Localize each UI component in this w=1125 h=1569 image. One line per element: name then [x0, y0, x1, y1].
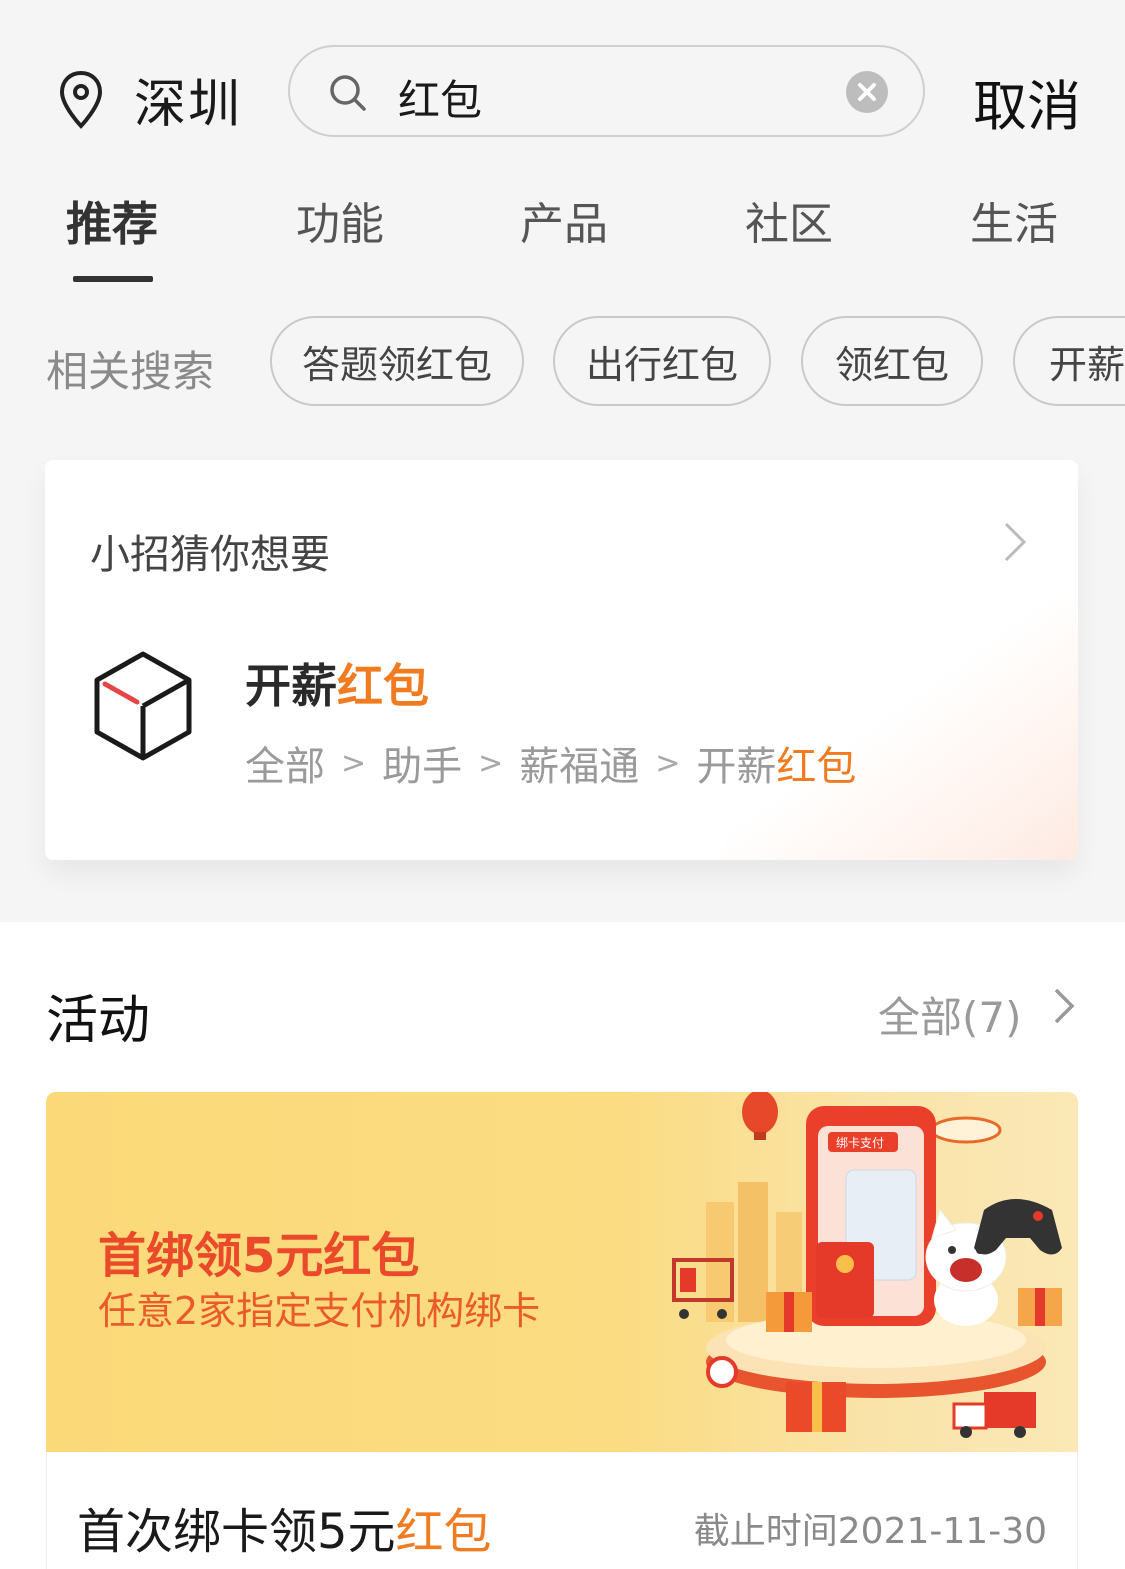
- breadcrumb-item: 开薪红包: [696, 734, 856, 792]
- card-title-highlight: 红包: [395, 1504, 492, 1560]
- location-pin-icon: [59, 70, 103, 129]
- breadcrumb-item-highlight: 红包: [776, 744, 857, 790]
- search-header-area: 深圳 红包 取消 推荐 功能 产品 社区 生活 相关搜索 答题领红包 出行红包 …: [0, 0, 1125, 922]
- breadcrumb-item-text: 开薪: [696, 744, 777, 790]
- active-tab-indicator: [73, 276, 153, 282]
- related-chip[interactable]: 开薪: [1013, 316, 1125, 406]
- breadcrumb-separator-icon: >: [655, 745, 681, 781]
- related-searches-label: 相关搜索: [46, 347, 215, 396]
- activity-card-title: 首次绑卡领5元红包: [77, 1492, 492, 1562]
- card-decoration: [703, 600, 1078, 860]
- city-selector[interactable]: 深圳: [58, 62, 242, 137]
- toy-truck-icon: [952, 1392, 1036, 1438]
- tab-products[interactable]: 产品: [520, 188, 608, 252]
- breadcrumb-item: 薪福通: [519, 744, 640, 790]
- search-input[interactable]: 红包: [398, 67, 482, 128]
- breadcrumb-separator-icon: >: [341, 745, 367, 781]
- tab-features[interactable]: 功能: [296, 188, 384, 252]
- clear-search-button[interactable]: [846, 71, 888, 113]
- cancel-button[interactable]: 取消: [973, 62, 1081, 141]
- suggested-item-title: 开薪红包: [245, 650, 429, 716]
- city-name: 深圳: [134, 75, 243, 135]
- balloon-icon: [742, 1092, 778, 1140]
- search-bar[interactable]: 红包: [288, 45, 925, 137]
- banner-subline: 任意2家指定支付机构绑卡: [98, 1289, 541, 1333]
- related-chip[interactable]: 领红包: [801, 316, 983, 406]
- banner-illustration: 绑卡支付: [672, 1092, 1062, 1438]
- guess-card-title: 小招猜你想要: [90, 532, 330, 578]
- activity-card-footer[interactable]: 首次绑卡领5元红包 截止时间2021-11-30: [46, 1452, 1078, 1569]
- tab-recommended[interactable]: 推荐: [66, 188, 158, 254]
- related-chip[interactable]: 答题领红包: [270, 316, 524, 406]
- guess-you-want-card[interactable]: 小招猜你想要 开薪红包 全部 > 助手 > 薪福通 > 开薪红包: [45, 460, 1078, 860]
- banner-headline: 首绑领5元红包: [98, 1228, 420, 1284]
- breadcrumb: 全部 > 助手 > 薪福通 > 开薪红包: [245, 734, 856, 792]
- item-name-text: 开薪: [245, 659, 337, 713]
- deadline-text: 截止时间2021-11-30: [693, 1511, 1047, 1552]
- item-name-highlight: 红包: [337, 659, 429, 713]
- breadcrumb-item: 助手: [382, 744, 463, 790]
- breadcrumb-separator-icon: >: [478, 745, 504, 781]
- phone-screen-label: 绑卡支付: [836, 1136, 884, 1150]
- section-title: 活动: [46, 991, 151, 1051]
- card-title-text: 首次绑卡领5元: [77, 1504, 396, 1560]
- box-icon: [94, 651, 192, 761]
- tab-life[interactable]: 生活: [970, 188, 1058, 252]
- view-all-link[interactable]: 全部(7): [878, 984, 1022, 1045]
- search-icon: [330, 75, 366, 111]
- activity-banner[interactable]: 首绑领5元红包 任意2家指定支付机构绑卡 绑卡支付: [46, 1092, 1078, 1452]
- close-icon: [858, 83, 876, 101]
- game-controller-icon: [974, 1199, 1062, 1255]
- tab-community[interactable]: 社区: [745, 188, 833, 252]
- chevron-right-icon[interactable]: [1000, 520, 1030, 564]
- activity-section: 活动 全部(7) 首绑领5元红包 任意2家指定支付机构绑卡 绑卡支付 首次绑卡领…: [0, 922, 1125, 1569]
- chevron-right-icon[interactable]: [1052, 986, 1076, 1026]
- category-tabs: 推荐 功能 产品 社区 生活: [0, 180, 1125, 290]
- related-chip[interactable]: 出行红包: [553, 316, 771, 406]
- related-searches: 相关搜索 答题领红包 出行红包 领红包 开薪: [46, 314, 1125, 408]
- breadcrumb-item: 全部: [245, 744, 325, 790]
